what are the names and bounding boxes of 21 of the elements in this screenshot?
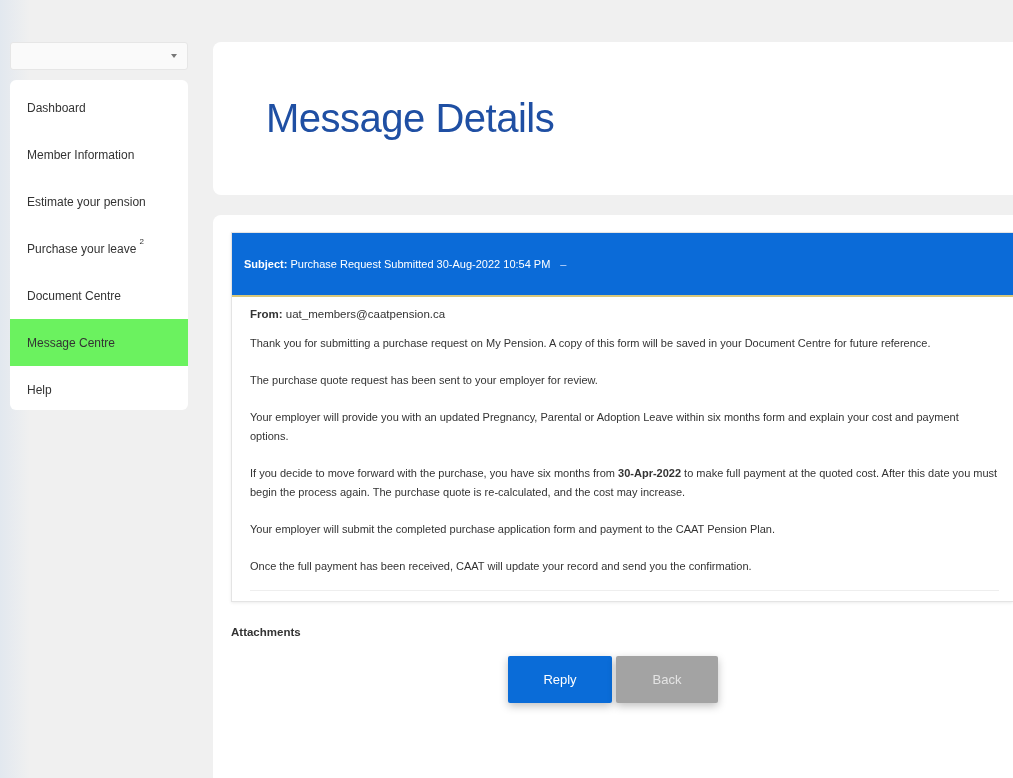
sidebar-item[interactable]: Help — [10, 366, 188, 413]
sender-line: From: uat_members@caatpension.ca — [250, 307, 447, 322]
sidebar-item[interactable]: Document Centre — [10, 272, 188, 319]
account-dropdown[interactable] — [10, 42, 188, 70]
message-paragraph: Your employer will submit the completed purchase application form and payment to the CAAT Pension Plan. — [250, 522, 777, 537]
sidebar-item[interactable]: Dashboard — [10, 84, 188, 131]
message-paragraph: The purchase quote request has been sent to your employer for review. — [250, 373, 599, 388]
action-button[interactable]: Reply — [508, 656, 612, 703]
subject-text: Subject: Purchase Request Submitted 30-Aug-2022 10:54 PM — [244, 258, 551, 270]
collapse-toggle[interactable]: – — [560, 258, 567, 270]
sidebar-item[interactable]: Estimate your pension — [10, 178, 188, 225]
attachments-label: Attachments — [231, 626, 302, 638]
sidebar-item[interactable]: Message Centre — [10, 319, 188, 366]
caret-icon — [171, 54, 177, 58]
sidebar-item[interactable]: Member Information — [10, 131, 188, 178]
page-title: Message Details — [266, 96, 555, 141]
message-paragraph: Thank you for submitting a purchase request on My Pension. A copy of this form will be saved in your Document Centre for future reference. — [250, 336, 932, 351]
sidebar-item[interactable]: Purchase your leave $^{2}$ — [10, 225, 188, 272]
message-paragraph: Your employer will provide you with an updated Pregnancy, Parental or Adoption Leave within six months form and explain your cost and payment options. — [250, 410, 960, 444]
message-paragraph: If you decide to move forward with the purchase, you have six months from 30-Apr-2022 to make full payment at the quoted cost. After this date you must begin the process again. The purchase quote is re-calculated, and the cost may increase. — [250, 466, 999, 500]
message-paragraph: Once the full payment has been received, CAAT will update your record and send you the confirmation. — [250, 559, 753, 574]
